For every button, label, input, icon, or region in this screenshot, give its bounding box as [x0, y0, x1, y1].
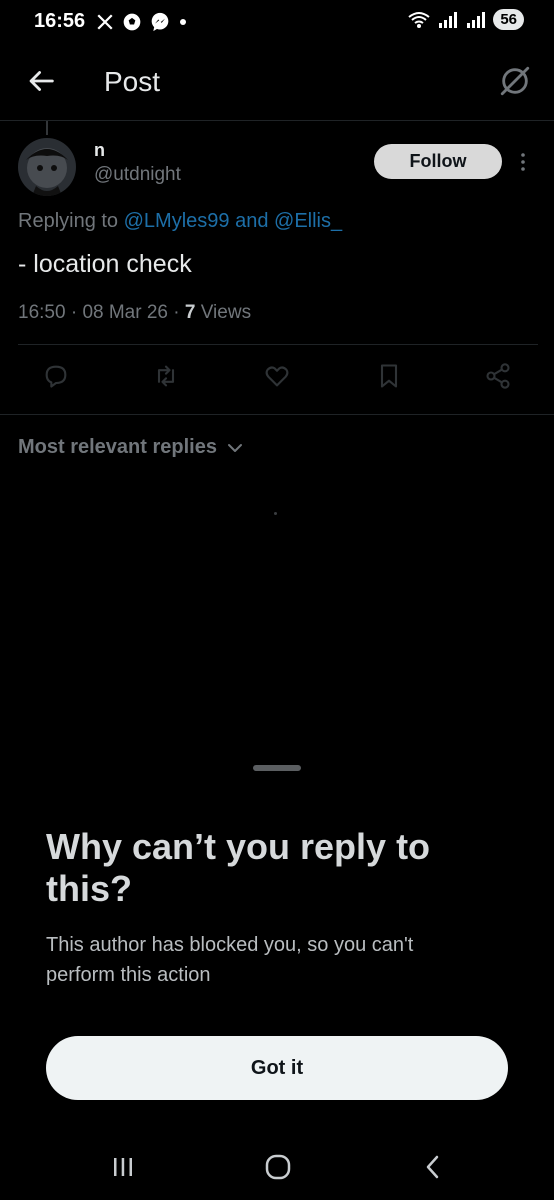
like-icon[interactable] [263, 362, 291, 390]
avatar-image [18, 138, 76, 196]
sheet-title: Why can’t you reply to this? [46, 826, 431, 909]
chevron-down-icon [227, 443, 242, 452]
sheet-drag-handle[interactable] [253, 765, 301, 771]
replying-to-line: Replying to @LMyles99 and @Ellis_ [18, 210, 342, 233]
system-icons: 56 [407, 9, 524, 30]
back-arrow-icon[interactable] [24, 64, 58, 98]
page-title: Post [104, 66, 161, 97]
home-icon[interactable] [263, 1152, 293, 1182]
divider [18, 344, 538, 345]
dot-icon [180, 19, 186, 25]
signal-icon [467, 11, 486, 28]
author-display-name[interactable]: n [94, 140, 105, 161]
bookmark-icon[interactable] [375, 362, 403, 390]
recent-apps-icon[interactable] [108, 1152, 138, 1182]
follow-button[interactable]: Follow [374, 144, 502, 179]
header-divider [0, 120, 554, 121]
loading-indicator [274, 512, 277, 515]
author-handle[interactable]: @utdnight [94, 164, 181, 186]
meta-separator: · [65, 302, 83, 323]
back-nav-icon[interactable] [418, 1152, 448, 1182]
sheet-message: This author has blocked you, so you can'… [46, 934, 414, 986]
views-count: 7 [184, 302, 196, 323]
status-time: 16:56 [34, 10, 86, 32]
reply-icon[interactable] [42, 362, 70, 390]
avatar[interactable] [18, 138, 76, 196]
post-date: 08 Mar 26 [82, 302, 168, 323]
replies-sort-dropdown[interactable]: Most relevant replies [18, 436, 243, 459]
got-it-button[interactable]: Got it [46, 1036, 508, 1100]
notification-icons [96, 12, 188, 32]
repost-icon[interactable] [152, 362, 180, 390]
system-navigation-bar [0, 1130, 554, 1200]
post-actions-bar [0, 362, 554, 398]
mention-link[interactable]: @LMyles99 [124, 210, 230, 232]
x-logo-icon [97, 14, 113, 30]
meta-separator: · [167, 302, 185, 323]
mention-link[interactable]: @Ellis_ [274, 210, 342, 232]
battery-indicator: 56 [493, 9, 524, 30]
wifi-icon [408, 11, 430, 28]
more-options-icon[interactable] [516, 150, 530, 174]
grok-icon[interactable] [498, 64, 532, 98]
thread-line [46, 121, 48, 135]
messenger-icon [151, 12, 169, 32]
divider [0, 414, 554, 415]
soccer-ball-icon [123, 13, 141, 31]
post-text: - location check [18, 250, 192, 278]
share-icon[interactable] [484, 362, 512, 390]
replying-prefix: Replying to [18, 210, 124, 232]
top-app-bar: Post [0, 52, 554, 112]
signal-icon [439, 11, 458, 28]
replying-and[interactable]: and [230, 210, 274, 232]
replies-sort-label: Most relevant replies [18, 436, 217, 458]
post-meta: 16:50 · 08 Mar 26 · 7 Views [18, 302, 251, 324]
status-bar: 16:56 56 [0, 0, 554, 44]
post-time: 16:50 [18, 302, 66, 323]
views-label: Views [195, 302, 252, 323]
